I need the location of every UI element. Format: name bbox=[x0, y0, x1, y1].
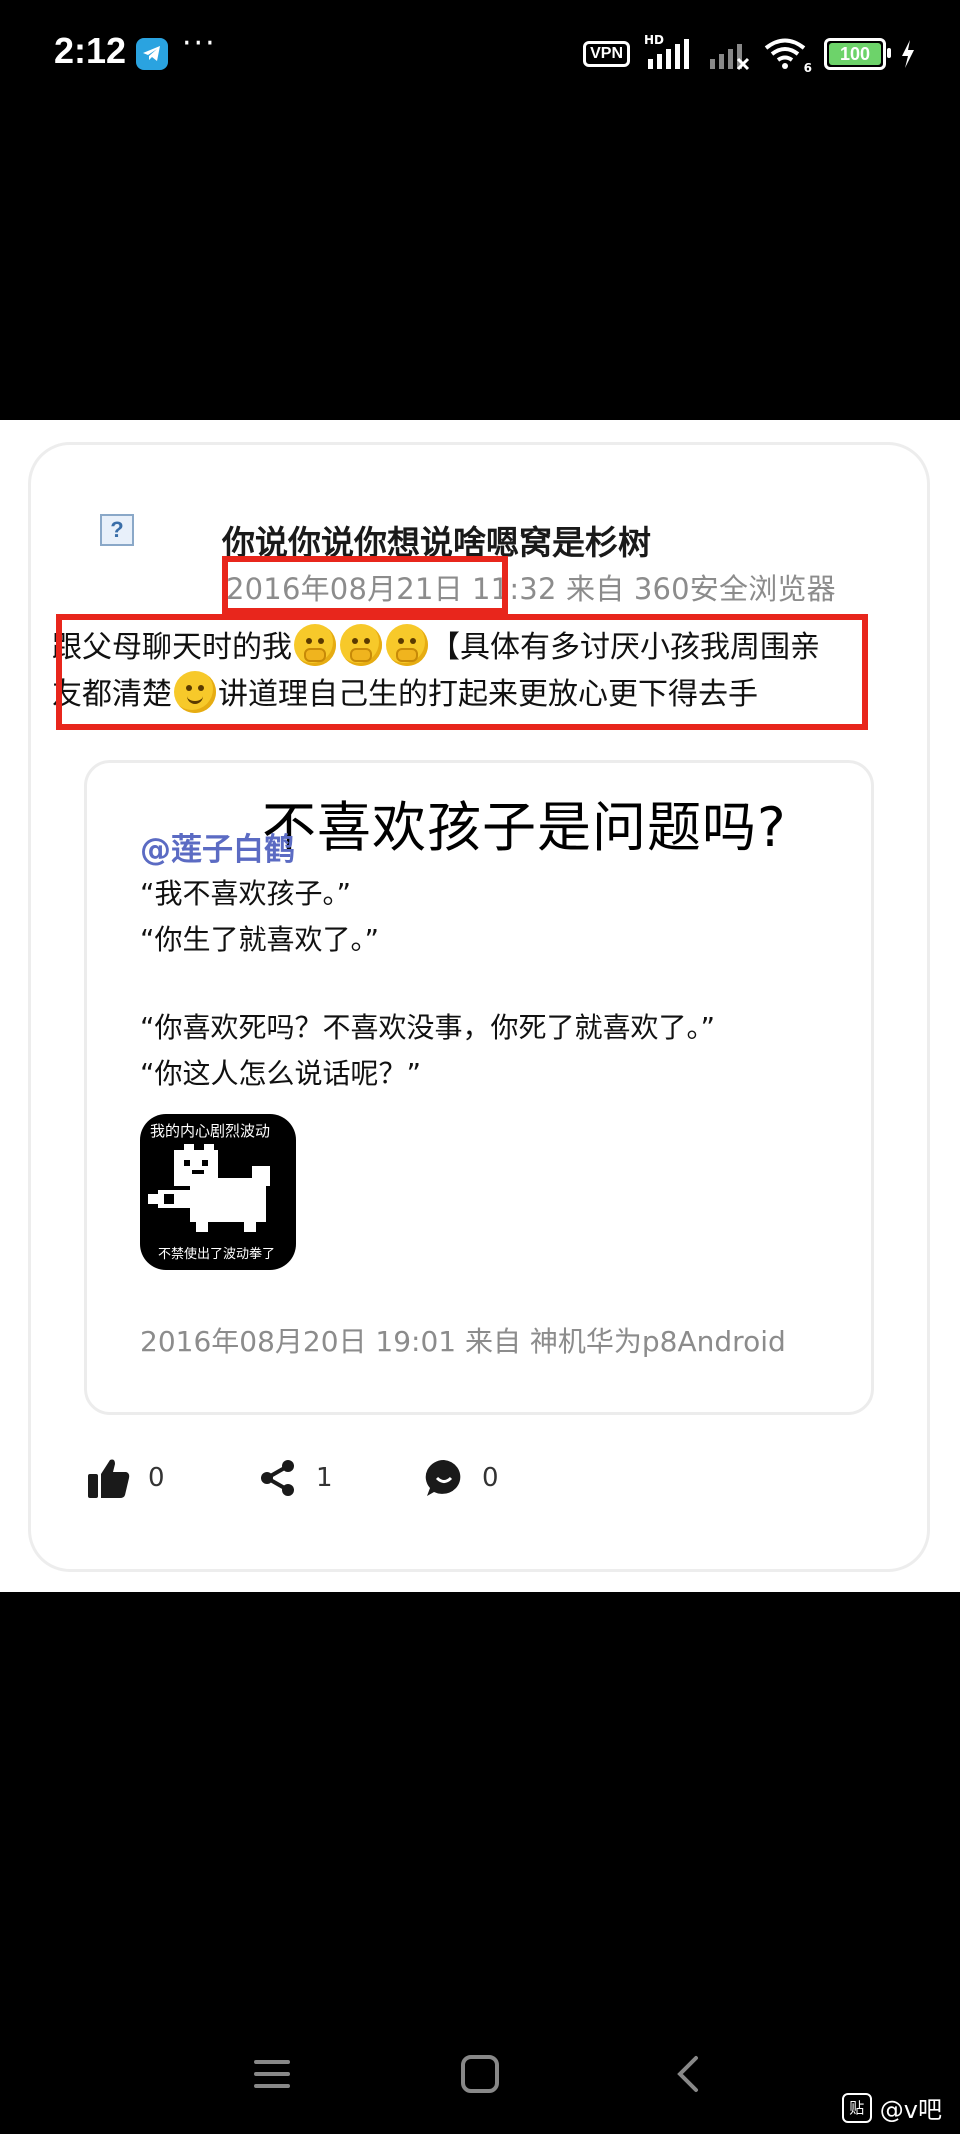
comment-icon bbox=[425, 1459, 461, 1496]
share-icon bbox=[261, 1460, 294, 1496]
like-button[interactable]: 0 bbox=[88, 1448, 165, 1508]
meme-image[interactable]: 我的内心剧烈波动 不禁使出了波动拳了 bbox=[140, 1114, 296, 1270]
action-bar: 0 1 0 bbox=[0, 1448, 960, 1518]
status-time: 2:12 bbox=[54, 30, 127, 71]
thumbs-up-icon bbox=[88, 1459, 130, 1498]
comment-button[interactable]: 0 bbox=[424, 1448, 499, 1508]
vpn-icon: VPN bbox=[583, 41, 630, 67]
signal-strength-icon: HD bbox=[644, 33, 694, 71]
wifi-badge: 6 bbox=[803, 61, 812, 75]
back-icon[interactable] bbox=[672, 2054, 702, 2094]
meme-caption-bottom: 不禁使出了波动拳了 bbox=[158, 1247, 276, 1262]
menu-icon[interactable] bbox=[252, 2056, 292, 2092]
telegram-icon bbox=[136, 38, 168, 70]
status-bar: 2:12 ··· VPN HD 6 100 bbox=[0, 0, 960, 110]
watermark-handle: @v吧 bbox=[879, 2096, 942, 2124]
share-button[interactable]: 1 bbox=[258, 1448, 333, 1508]
quoted-author[interactable]: @莲子白鹤 bbox=[140, 824, 295, 869]
avatar[interactable]: ? bbox=[100, 514, 134, 546]
quoted-line: “你喜欢死吗？不喜欢没事，你死了就喜欢了。” bbox=[140, 1011, 716, 1044]
home-icon[interactable] bbox=[460, 2054, 500, 2094]
post-time-source: 11:32 来自 360安全浏览器 bbox=[472, 572, 836, 606]
quoted-line: “你这人怎么说话呢？” bbox=[140, 1057, 422, 1090]
quoted-line: “我不喜欢孩子。” bbox=[140, 877, 352, 910]
like-count: 0 bbox=[148, 1463, 165, 1493]
system-nav-bar bbox=[0, 2040, 960, 2110]
overlay-caption: 不喜欢孩子是问题吗? bbox=[262, 796, 787, 859]
text-highlight-box bbox=[56, 614, 868, 730]
quoted-line: “你生了就喜欢了。” bbox=[140, 923, 380, 956]
comment-count: 0 bbox=[482, 1463, 499, 1493]
battery-icon: 100 bbox=[824, 38, 891, 70]
status-icons: VPN HD 6 100 bbox=[583, 33, 916, 75]
tieba-logo-icon: 贴 bbox=[841, 2092, 872, 2123]
date-highlight-box bbox=[222, 556, 508, 614]
signal-strength-2-icon bbox=[710, 44, 750, 71]
share-count: 1 bbox=[316, 1463, 333, 1493]
quoted-meta: 2016年08月20日 19:01 来自 神机华为p8Android bbox=[140, 1325, 786, 1358]
more-notifications-icon: ··· bbox=[182, 26, 217, 61]
battery-level: 100 bbox=[829, 43, 881, 65]
screenshot-content: ? 你说你说你想说啥嗯窝是杉树 2016年08月21日 11:32 来自 360… bbox=[0, 420, 960, 1592]
wifi-icon: 6 bbox=[764, 37, 812, 75]
watermark: 贴 @v吧 bbox=[841, 2090, 942, 2125]
charging-icon bbox=[902, 40, 914, 68]
